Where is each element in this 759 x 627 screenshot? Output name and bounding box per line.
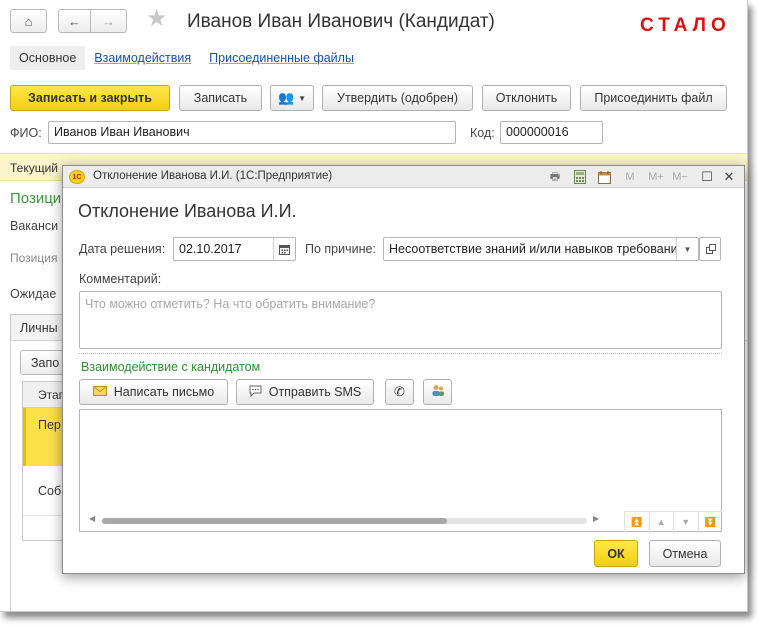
reason-label: По причине: xyxy=(305,242,376,256)
calendar-icon[interactable] xyxy=(596,169,612,185)
tab-main[interactable]: Основное xyxy=(10,46,86,70)
home-button[interactable]: ⌂ xyxy=(10,9,47,33)
watermark-label: СТАЛО xyxy=(640,15,731,36)
code-field[interactable]: 000000016 xyxy=(500,121,603,144)
meeting-button[interactable] xyxy=(423,379,452,405)
1c-logo-icon: 1С xyxy=(69,170,85,184)
expectations-label: Ожидае xyxy=(10,287,57,301)
send-sms-button[interactable]: Отправить SMS xyxy=(236,379,374,405)
call-button[interactable]: ✆ xyxy=(385,379,414,405)
calculator-icon[interactable] xyxy=(572,169,588,185)
phone-icon: ✆ xyxy=(394,384,405,399)
dropdown-arrow-icon[interactable]: ▼ xyxy=(676,238,698,260)
reason-value: Несоответствие знаний и/или навыков треб… xyxy=(389,242,678,256)
position-label: Позиция xyxy=(10,251,58,265)
interactions-list[interactable]: ◀ ▶ ⏫ ▲ ▼ ⏬ xyxy=(79,409,722,532)
code-label: Код: xyxy=(470,126,495,140)
comment-label: Комментарий: xyxy=(79,272,162,286)
next-row-icon[interactable]: ▼ xyxy=(673,512,698,532)
form-tabs: Основное Взаимодействия Присоединенные ф… xyxy=(10,46,363,70)
write-letter-button[interactable]: Написать письмо xyxy=(79,379,228,405)
tab-interactions[interactable]: Взаимодействия xyxy=(85,46,200,70)
decision-date-label: Дата решения: xyxy=(79,242,166,256)
dialog-window-title: Отклонение Иванова И.И. (1С:Предприятие) xyxy=(93,170,333,182)
cancel-button[interactable]: Отмена xyxy=(649,540,721,567)
approve-button[interactable]: Утвердить (одобрен) xyxy=(322,85,473,111)
decision-date-field[interactable]: 02.10.2017 xyxy=(173,237,296,261)
prev-row-icon[interactable]: ▲ xyxy=(648,512,674,532)
close-icon[interactable]: ✕ xyxy=(722,169,736,185)
reason-select[interactable]: Несоответствие знаний и/или навыков треб… xyxy=(383,237,699,261)
info-band-text: Текущий xyxy=(10,161,58,175)
horizontal-scrollbar[interactable] xyxy=(102,518,587,524)
favorite-star-icon[interactable]: ★ xyxy=(146,7,168,31)
scroll-right-icon[interactable]: ▶ xyxy=(593,514,599,523)
sms-bubble-icon xyxy=(249,385,262,400)
back-button[interactable]: ← xyxy=(58,9,91,33)
first-row-icon[interactable]: ⏫ xyxy=(624,512,649,532)
page-title: Иванов Иван Иванович (Кандидат) xyxy=(187,11,495,32)
vacancy-label: Ваканси xyxy=(10,219,59,233)
dialog-title: Отклонение Иванова И.И. xyxy=(78,201,297,221)
home-icon: ⌂ xyxy=(24,13,33,29)
last-row-icon[interactable]: ⏬ xyxy=(697,512,723,532)
forward-button[interactable]: → xyxy=(90,9,127,33)
fio-field[interactable]: Иванов Иван Иванович xyxy=(48,121,456,144)
envelope-icon xyxy=(92,385,107,399)
list-navigation: ⏫ ▲ ▼ ⏬ xyxy=(624,511,722,532)
attach-file-button[interactable]: Присоединить файл xyxy=(580,85,727,111)
comment-textarea[interactable]: Что можно отметить? На что обратить вним… xyxy=(79,291,722,349)
dropdown-arrow-icon: ▼ xyxy=(298,93,307,103)
arrow-right-icon: → xyxy=(102,13,115,29)
fio-label: ФИО: xyxy=(10,126,42,140)
save-close-button[interactable]: Записать и закрыть xyxy=(10,85,170,111)
memory-m-icon[interactable]: M xyxy=(623,169,637,185)
date-picker-icon[interactable] xyxy=(273,238,295,260)
users-add-icon: 👥 xyxy=(277,90,295,105)
arrow-left-icon: ← xyxy=(68,13,81,29)
write-letter-label: Написать письмо xyxy=(113,385,215,399)
open-reason-button[interactable] xyxy=(699,237,721,261)
tab-attached-files[interactable]: Присоединенные файлы xyxy=(200,46,363,70)
memory-minus-icon[interactable]: M− xyxy=(670,169,690,185)
section-separator xyxy=(79,353,722,354)
users-icon xyxy=(431,384,445,400)
rejection-dialog: 1С Отклонение Иванова И.И. (1С:Предприят… xyxy=(62,165,745,574)
reject-button[interactable]: Отклонить xyxy=(482,85,571,111)
position-section-heading: Позици xyxy=(10,190,62,207)
create-based-on-button[interactable]: 👥 ▼ xyxy=(270,85,314,111)
maximize-icon[interactable]: ☐ xyxy=(700,169,714,185)
send-sms-label: Отправить SMS xyxy=(268,385,362,399)
tab-personal[interactable]: Личны xyxy=(10,314,70,341)
save-button[interactable]: Записать xyxy=(179,85,262,111)
open-item-icon xyxy=(700,238,720,260)
dialog-titlebar: 1С Отклонение Иванова И.И. (1С:Предприят… xyxy=(63,166,744,188)
scroll-left-icon[interactable]: ◀ xyxy=(89,514,95,523)
memory-plus-icon[interactable]: M+ xyxy=(646,169,666,185)
scrollbar-thumb[interactable] xyxy=(102,518,447,524)
print-icon[interactable]: 🖶 xyxy=(547,169,563,185)
ok-button[interactable]: ОК xyxy=(594,540,638,567)
decision-date-value: 02.10.2017 xyxy=(179,242,242,256)
interaction-section-heading: Взаимодействие с кандидатом xyxy=(81,360,261,374)
